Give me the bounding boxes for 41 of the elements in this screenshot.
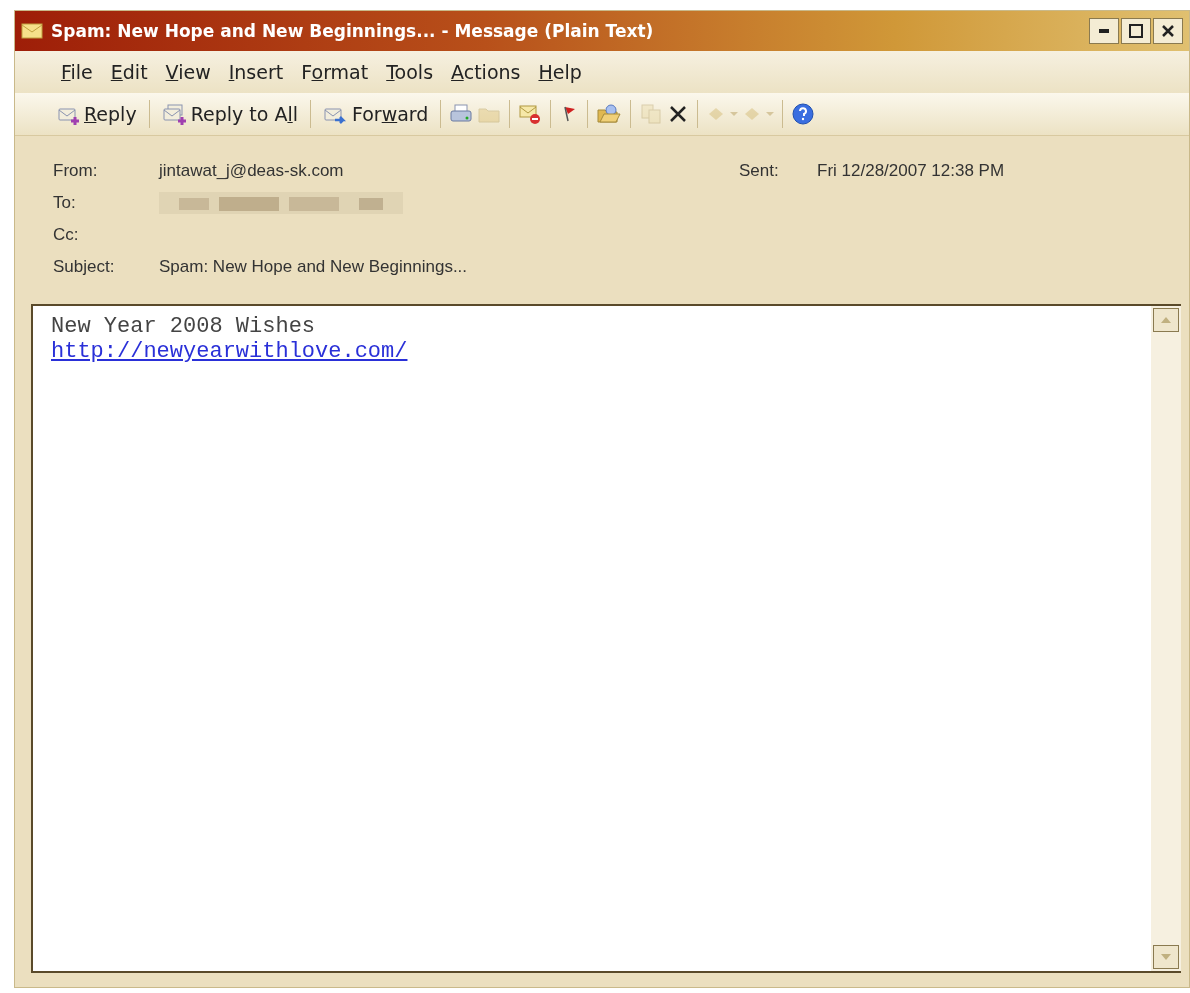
reply-all-icon [161, 103, 188, 125]
printer-icon [449, 103, 474, 125]
close-button[interactable] [1153, 18, 1183, 44]
menu-item[interactable]: File [55, 59, 99, 85]
window-title: Spam: New Hope and New Beginnings... - Message (Plain Text) [51, 21, 655, 41]
menu-item[interactable]: View [159, 59, 217, 85]
blocked-mail-icon [518, 103, 543, 125]
menu-item[interactable]: Format [295, 59, 375, 85]
open-folder-icon [596, 103, 623, 125]
scroll-up-button[interactable] [1153, 308, 1179, 332]
reply-button[interactable]: Reply [53, 99, 141, 129]
dropdown-caret-icon [730, 112, 739, 116]
menu-item[interactable]: Edit [104, 59, 154, 85]
close-icon [1161, 24, 1175, 38]
subject-text: Spam: New Hope and New Beginnings... [159, 256, 469, 278]
copy-icon [639, 103, 664, 125]
minimize-button[interactable] [1089, 18, 1119, 44]
forward-button[interactable]: Forward [319, 99, 433, 129]
menu-item[interactable]: Insert [222, 59, 290, 85]
maximize-icon [1129, 24, 1143, 38]
sent-date: Fri 12/28/2007 12:38 PM [817, 160, 1006, 182]
help-icon [791, 102, 816, 126]
envelope-icon [21, 22, 43, 40]
field-label: Subject: [53, 256, 116, 278]
sender-address: jintawat_j@deas-sk.com [159, 160, 345, 182]
reply-all-button[interactable]: Reply to All [157, 99, 302, 129]
scrollbar[interactable] [1151, 306, 1181, 971]
field-label: From: [53, 160, 99, 182]
field-label: To: [53, 192, 77, 214]
field-label: Sent: [739, 160, 780, 182]
dropdown-caret-icon [766, 112, 775, 116]
menu-item[interactable]: Tools [380, 59, 440, 85]
menu-item[interactable]: Help [532, 59, 588, 85]
scroll-down-button[interactable] [1153, 945, 1179, 969]
minimize-icon [1099, 29, 1109, 33]
field-label: Cc: [53, 224, 80, 246]
link[interactable]: http://newyearwithlove.com/ [51, 339, 408, 364]
maximize-button[interactable] [1121, 18, 1151, 44]
message-body[interactable]: New Year 2008 Wishes http://newyearwithlove.com/ [31, 304, 1181, 973]
menu-item[interactable]: Actions [445, 59, 527, 85]
message-text: New Year 2008 Wishes [51, 314, 316, 339]
